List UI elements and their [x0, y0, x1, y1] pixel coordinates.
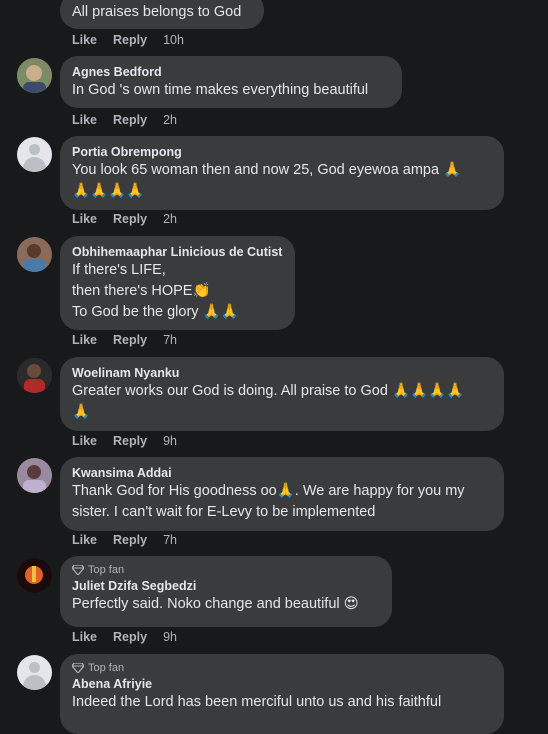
- comment-text: Perfectly said. Noko change and beautifu…: [72, 596, 359, 612]
- comment-bubble: Obhihemaaphar Linicious de Cutist If the…: [60, 236, 295, 330]
- comment-timestamp[interactable]: 7h: [163, 333, 177, 347]
- comment-bubble: Woelinam Nyanku Greater works our God is…: [60, 357, 504, 431]
- reply-button[interactable]: Reply: [113, 212, 147, 226]
- comment-text: Thank God for His goodness oo🙏. We are h…: [72, 483, 465, 499]
- reply-button[interactable]: Reply: [113, 533, 147, 547]
- comment-timestamp[interactable]: 9h: [163, 630, 177, 644]
- like-button[interactable]: Like: [72, 333, 97, 347]
- top-fan-badge: Top fan: [72, 562, 380, 578]
- comment-bubble: All praises belongs to God: [60, 0, 264, 29]
- avatar[interactable]: [17, 58, 52, 93]
- like-button[interactable]: Like: [72, 630, 97, 644]
- comment-bubble: Agnes Bedford In God 's own time makes e…: [60, 56, 402, 108]
- comment-text: If there's LIFE,: [72, 262, 166, 278]
- comment-actions: Like Reply 2h: [72, 212, 193, 226]
- comment-bubble: Kwansima Addai Thank God for His goodnes…: [60, 457, 504, 531]
- avatar[interactable]: [17, 558, 52, 593]
- top-fan-badge: Top fan: [72, 660, 492, 676]
- avatar[interactable]: [17, 137, 52, 172]
- comment-text: All praises belongs to God: [72, 4, 242, 20]
- avatar[interactable]: [17, 237, 52, 272]
- comment-bubble: Portia Obrempong You look 65 woman then …: [60, 136, 504, 210]
- comment-author[interactable]: Abena Afriyie: [72, 676, 492, 692]
- comment-actions: Like Reply 7h: [72, 333, 193, 347]
- comment-timestamp[interactable]: 2h: [163, 113, 177, 127]
- reply-button[interactable]: Reply: [113, 333, 147, 347]
- avatar-photo-icon: [17, 358, 52, 393]
- avatar-photo-icon: [17, 237, 52, 272]
- avatar[interactable]: [17, 458, 52, 493]
- comment-text: In God 's own time makes everything beau…: [72, 82, 369, 98]
- gem-icon: [72, 565, 84, 575]
- reply-button[interactable]: Reply: [113, 434, 147, 448]
- comment-timestamp[interactable]: 10h: [163, 33, 184, 47]
- comment-text: You look 65 woman then and now 25, God e…: [72, 162, 462, 178]
- comment-text: 🙏🙏🙏🙏: [72, 183, 145, 199]
- comment-actions: Like Reply 9h: [72, 630, 193, 644]
- default-avatar-icon: [29, 144, 40, 155]
- comment-text: Greater works our God is doing. All prai…: [72, 383, 465, 399]
- like-button[interactable]: Like: [72, 113, 97, 127]
- comment-actions: Like Reply 10h: [72, 33, 200, 47]
- comment-text: Indeed the Lord has been merciful unto u…: [72, 694, 442, 710]
- comment-text: 🙏: [72, 404, 91, 420]
- like-button[interactable]: Like: [72, 212, 97, 226]
- comment-author[interactable]: Woelinam Nyanku: [72, 365, 492, 381]
- like-button[interactable]: Like: [72, 33, 97, 47]
- avatar[interactable]: [17, 358, 52, 393]
- comment-actions: Like Reply 7h: [72, 533, 193, 547]
- like-button[interactable]: Like: [72, 434, 97, 448]
- avatar-photo-icon: [17, 58, 52, 93]
- comment-author[interactable]: Agnes Bedford: [72, 64, 390, 80]
- avatar[interactable]: [17, 655, 52, 690]
- comment-timestamp[interactable]: 7h: [163, 533, 177, 547]
- comment-text: then there's HOPE👏: [72, 283, 211, 299]
- comment-text: To God be the glory 🙏🙏: [72, 304, 239, 320]
- like-button[interactable]: Like: [72, 533, 97, 547]
- top-fan-label: Top fan: [88, 662, 125, 674]
- avatar-photo-icon: [17, 558, 52, 593]
- avatar-photo-icon: [17, 458, 52, 493]
- top-fan-label: Top fan: [88, 564, 125, 576]
- reply-button[interactable]: Reply: [113, 630, 147, 644]
- comment-author[interactable]: Kwansima Addai: [72, 465, 492, 481]
- default-avatar-icon: [29, 662, 40, 673]
- comment-text: sister. I can't wait for E-Levy to be im…: [72, 504, 376, 520]
- gem-icon: [72, 663, 84, 673]
- comment-timestamp[interactable]: 9h: [163, 434, 177, 448]
- comment-author[interactable]: Juliet Dzifa Segbedzi: [72, 578, 380, 594]
- comment-bubble: Top fan Abena Afriyie Indeed the Lord ha…: [60, 654, 504, 734]
- comment-author[interactable]: Portia Obrempong: [72, 144, 492, 160]
- comment-bubble: Top fan Juliet Dzifa Segbedzi Perfectly …: [60, 556, 392, 627]
- comment-author[interactable]: Obhihemaaphar Linicious de Cutist: [72, 244, 283, 260]
- comment-actions: Like Reply 9h: [72, 434, 193, 448]
- reply-button[interactable]: Reply: [113, 33, 147, 47]
- comment-actions: Like Reply 2h: [72, 113, 193, 127]
- comment-timestamp[interactable]: 2h: [163, 212, 177, 226]
- reply-button[interactable]: Reply: [113, 113, 147, 127]
